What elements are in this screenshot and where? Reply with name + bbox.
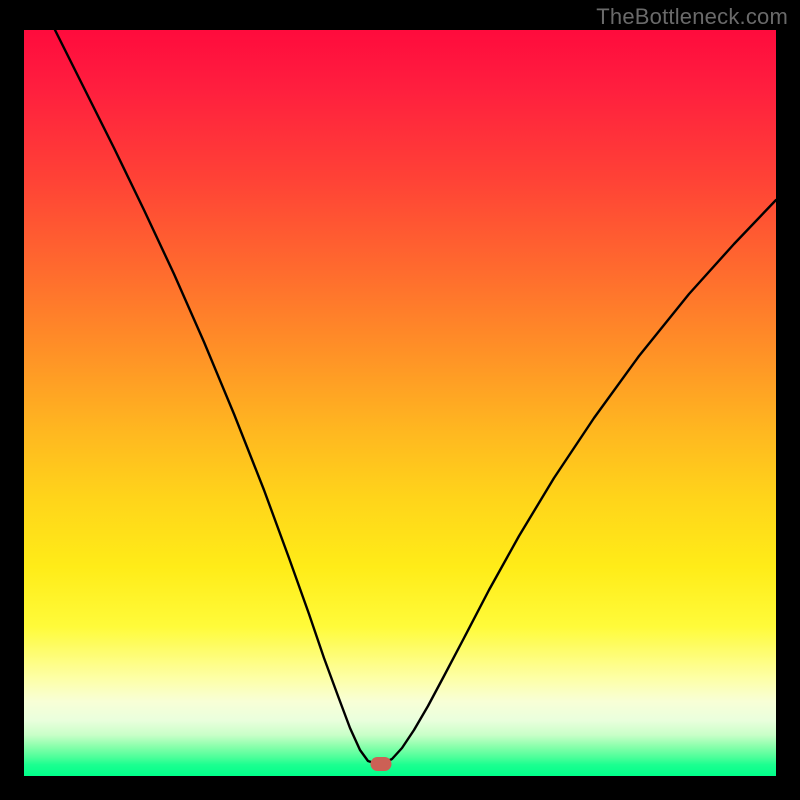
chart-frame: TheBottleneck.com: [0, 0, 800, 800]
bottleneck-curve: [24, 30, 776, 776]
watermark-text: TheBottleneck.com: [596, 4, 788, 30]
optimal-point-marker: [371, 757, 392, 771]
plot-area: [24, 30, 776, 776]
